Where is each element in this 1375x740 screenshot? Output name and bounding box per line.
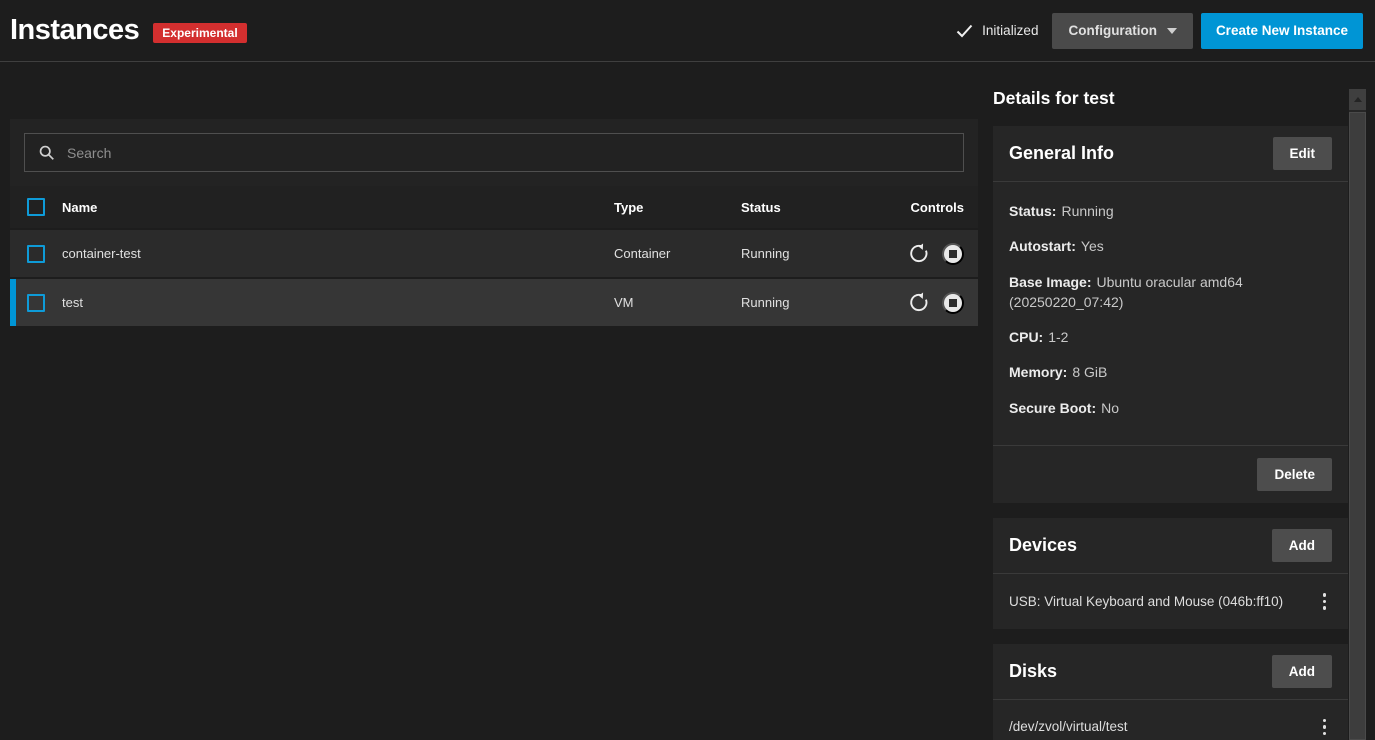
stop-icon	[949, 299, 957, 307]
field-value: 8 GiB	[1072, 364, 1107, 380]
instances-table-panel: Name Type Status Controls container-test…	[10, 119, 978, 328]
column-header-type[interactable]: Type	[614, 200, 741, 215]
disk-item-label: /dev/zvol/virtual/test	[1009, 719, 1128, 734]
field-memory: Memory: 8 GiB	[1009, 362, 1332, 382]
add-device-button[interactable]: Add	[1272, 529, 1332, 562]
restart-button[interactable]	[908, 243, 929, 264]
restart-button[interactable]	[908, 292, 929, 313]
chevron-down-icon	[1167, 28, 1177, 34]
initialized-label: Initialized	[982, 23, 1038, 38]
table-row-selected[interactable]: test VM Running	[10, 279, 978, 328]
instance-name: test	[62, 295, 614, 310]
selected-row-indicator	[10, 279, 16, 326]
disk-item: /dev/zvol/virtual/test	[993, 700, 1348, 740]
disk-menu-button[interactable]	[1317, 717, 1333, 738]
restart-icon	[908, 243, 929, 264]
scrollbar-thumb[interactable]	[1349, 112, 1366, 740]
devices-card: Devices Add USB: Virtual Keyboard and Mo…	[993, 518, 1348, 629]
search-input[interactable]	[67, 145, 950, 161]
stop-button[interactable]	[942, 243, 964, 265]
disks-title: Disks	[1009, 661, 1057, 682]
column-header-status[interactable]: Status	[741, 200, 868, 215]
scrollbar	[1349, 89, 1366, 740]
instance-type: VM	[614, 295, 741, 310]
field-label: Base Image:	[1009, 274, 1091, 290]
instance-name: container-test	[62, 246, 614, 261]
field-label: Status:	[1009, 203, 1056, 219]
field-secure-boot: Secure Boot: No	[1009, 398, 1332, 418]
details-title: Details for test	[993, 88, 1348, 109]
search-row	[10, 119, 978, 186]
device-item-label: USB: Virtual Keyboard and Mouse (046b:ff…	[1009, 594, 1283, 609]
general-info-title: General Info	[1009, 143, 1114, 164]
add-disk-button[interactable]: Add	[1272, 655, 1332, 688]
instance-status: Running	[741, 246, 868, 261]
field-label: Autostart:	[1009, 238, 1076, 254]
delete-button[interactable]: Delete	[1257, 458, 1332, 491]
field-value: Yes	[1081, 238, 1104, 254]
instance-type: Container	[614, 246, 741, 261]
field-status: Status: Running	[1009, 201, 1332, 221]
scroll-up-arrow-icon	[1354, 97, 1362, 102]
instance-status: Running	[741, 295, 868, 310]
stop-button[interactable]	[942, 292, 964, 314]
table-header-row: Name Type Status Controls	[10, 186, 978, 230]
stop-icon	[949, 250, 957, 258]
configuration-button-label: Configuration	[1068, 23, 1156, 38]
general-info-card: General Info Edit Status: Running Autosta…	[993, 126, 1348, 503]
scrollbar-up-button[interactable]	[1349, 89, 1366, 110]
restart-icon	[908, 292, 929, 313]
select-all-checkbox[interactable]	[27, 198, 45, 216]
details-panel: Details for test General Info Edit Statu…	[993, 88, 1348, 740]
content-area: Name Type Status Controls container-test…	[0, 62, 1375, 740]
configuration-button[interactable]: Configuration	[1052, 13, 1192, 49]
field-label: Memory:	[1009, 364, 1067, 380]
checkmark-icon	[956, 24, 973, 38]
device-menu-button[interactable]	[1317, 591, 1333, 612]
search-box[interactable]	[24, 133, 964, 172]
field-autostart: Autostart: Yes	[1009, 236, 1332, 256]
field-label: Secure Boot:	[1009, 400, 1096, 416]
field-label: CPU:	[1009, 329, 1043, 345]
field-cpu: CPU: 1-2	[1009, 327, 1332, 347]
column-header-name[interactable]: Name	[62, 200, 614, 215]
initialized-status: Initialized	[956, 23, 1038, 38]
page-header: Instances Experimental Initialized Confi…	[0, 0, 1375, 62]
kebab-icon	[1323, 719, 1327, 723]
experimental-badge: Experimental	[153, 23, 246, 43]
column-header-controls: Controls	[868, 200, 964, 215]
field-base-image: Base Image:Ubuntu oracular amd64 (202502…	[1009, 272, 1332, 313]
row-checkbox[interactable]	[27, 294, 45, 312]
devices-title: Devices	[1009, 535, 1077, 556]
table-row[interactable]: container-test Container Running	[10, 230, 978, 279]
instances-table: Name Type Status Controls container-test…	[10, 186, 978, 328]
page-title: Instances	[10, 14, 139, 47]
device-item: USB: Virtual Keyboard and Mouse (046b:ff…	[993, 574, 1348, 629]
disks-card: Disks Add /dev/zvol/virtual/test	[993, 644, 1348, 740]
field-value: Running	[1061, 203, 1113, 219]
create-new-instance-button[interactable]: Create New Instance	[1201, 13, 1363, 49]
search-icon	[38, 144, 55, 161]
field-value: 1-2	[1048, 329, 1068, 345]
row-checkbox[interactable]	[27, 245, 45, 263]
edit-button[interactable]: Edit	[1273, 137, 1333, 170]
field-value: No	[1101, 400, 1119, 416]
kebab-icon	[1323, 593, 1327, 597]
